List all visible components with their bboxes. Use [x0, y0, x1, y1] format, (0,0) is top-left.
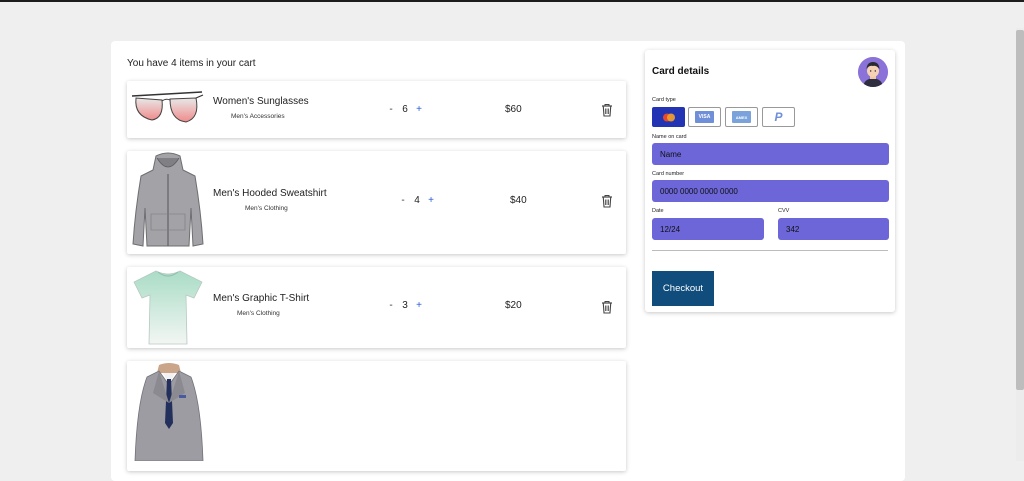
card-number-label: Card number — [652, 171, 685, 177]
item-category: Men's Clothing — [245, 205, 288, 212]
cvv-label: CVV — [778, 208, 790, 214]
cart-title: You have 4 items in your cart — [127, 58, 256, 69]
browser-top-bar — [0, 0, 1024, 2]
increase-quantity-button[interactable]: + — [413, 104, 425, 115]
trash-icon[interactable] — [601, 103, 613, 117]
visa-icon: VISA — [695, 111, 714, 123]
quantity-stepper: - 3 + — [385, 300, 425, 311]
card-type-mastercard[interactable] — [652, 107, 685, 127]
cart-item — [127, 361, 626, 471]
decrease-quantity-button[interactable]: - — [385, 104, 397, 115]
item-name: Men's Hooded Sweatshirt — [213, 188, 327, 199]
item-name: Men's Graphic T-Shirt — [213, 293, 310, 304]
checkout-button[interactable]: Checkout — [652, 271, 714, 306]
increase-quantity-button[interactable]: + — [413, 300, 425, 311]
item-price: $20 — [505, 300, 522, 311]
expiry-date-input[interactable] — [652, 218, 764, 240]
card-type-label: Card type — [652, 97, 676, 103]
user-avatar-icon — [858, 57, 888, 87]
item-category: Men's Clothing — [237, 310, 280, 317]
divider — [652, 250, 888, 251]
sunglasses-image — [131, 91, 204, 123]
cvv-input[interactable] — [778, 218, 889, 240]
cart-item: Men's Graphic T-Shirt Men's Clothing - 3… — [127, 267, 626, 348]
cart-item: Men's Hooded Sweatshirt Men's Clothing -… — [127, 151, 626, 254]
quantity-value: 6 — [402, 104, 408, 115]
quantity-value: 4 — [414, 195, 420, 206]
item-name: Women's Sunglasses — [213, 96, 309, 107]
increase-quantity-button[interactable]: + — [425, 195, 437, 206]
card-type-visa[interactable]: VISA — [688, 107, 721, 127]
date-label: Date — [652, 208, 664, 214]
card-number-input[interactable] — [652, 180, 889, 202]
amex-icon: AMEX — [732, 111, 751, 123]
tshirt-image — [133, 270, 203, 345]
avatar — [858, 57, 888, 87]
decrease-quantity-button[interactable]: - — [397, 195, 409, 206]
suit-image — [134, 363, 204, 461]
cart-item: Women's Sunglasses Men's Accessories - 6… — [127, 81, 626, 138]
card-type-amex[interactable]: AMEX — [725, 107, 758, 127]
panel-title: Card details — [652, 66, 710, 77]
card-details-panel: Card details Card type VISA AMEX P Name … — [645, 50, 895, 312]
scrollbar-thumb[interactable] — [1016, 30, 1024, 390]
item-price: $60 — [505, 104, 522, 115]
name-on-card-label: Name on card — [652, 134, 687, 140]
name-on-card-input[interactable] — [652, 143, 889, 165]
hoodie-image — [132, 152, 204, 247]
trash-icon[interactable] — [601, 194, 613, 208]
quantity-stepper: - 6 + — [385, 104, 425, 115]
item-price: $40 — [510, 195, 527, 206]
quantity-value: 3 — [402, 300, 408, 311]
mastercard-icon — [662, 113, 675, 121]
item-category: Men's Accessories — [231, 113, 285, 120]
trash-icon[interactable] — [601, 300, 613, 314]
paypal-icon: P — [774, 110, 783, 124]
decrease-quantity-button[interactable]: - — [385, 300, 397, 311]
quantity-stepper: - 4 + — [397, 195, 437, 206]
card-type-paypal[interactable]: P — [762, 107, 795, 127]
